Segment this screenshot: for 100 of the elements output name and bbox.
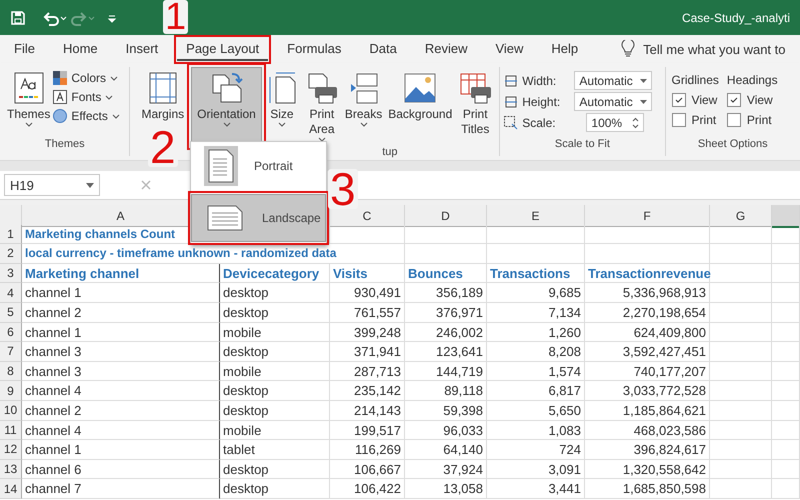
table-cell: 64,140: [405, 440, 487, 460]
ribbon-button[interactable]: Print Titles: [455, 67, 496, 141]
empty-cell: [772, 224, 800, 244]
table-cell: desktop: [220, 342, 330, 362]
checkbox-label: Print: [692, 113, 716, 127]
resize-icon: [504, 74, 518, 88]
table-cell: 5,336,968,913: [585, 283, 710, 303]
checkbox[interactable]: [726, 113, 741, 127]
column-header[interactable]: G: [710, 205, 772, 227]
empty-cell: [710, 342, 772, 362]
empty-cell: [710, 362, 772, 382]
caret-icon: [24, 122, 33, 127]
table-cell: tablet: [220, 440, 330, 460]
ribbon-tab[interactable]: Help: [542, 38, 588, 60]
row-header[interactable]: 14: [0, 479, 22, 499]
table-cell: 1,083: [487, 420, 585, 440]
table-cell: mobile: [220, 362, 330, 382]
group-label: tup: [381, 146, 398, 158]
row-header[interactable]: 6: [0, 322, 22, 342]
table-cell: 9,685: [487, 283, 585, 303]
ribbon-tab[interactable]: Page Layout: [177, 38, 268, 60]
row-header[interactable]: 5: [0, 302, 22, 323]
tell-me-text[interactable]: Tell me what you want to: [643, 42, 786, 56]
ribbon-tab[interactable]: File: [5, 38, 44, 60]
empty-cell: [710, 264, 772, 284]
name-box[interactable]: H19: [4, 174, 100, 196]
row-header[interactable]: 11: [0, 420, 22, 440]
themes-button[interactable]: Themes: [4, 67, 54, 131]
ribbon-button[interactable]: Margins: [138, 67, 188, 126]
table-cell: 123,641: [405, 342, 487, 362]
table-cell: channel 3: [22, 362, 220, 382]
table-cell: 371,941: [330, 342, 405, 362]
table-cell: 1,574: [487, 362, 585, 382]
column-header[interactable]: E: [487, 205, 585, 227]
empty-cell: [772, 264, 800, 284]
column-header[interactable]: [772, 205, 800, 228]
ribbon-tab[interactable]: Home: [54, 38, 107, 60]
table-cell: 356,189: [405, 283, 487, 303]
column-header[interactable]: C: [330, 205, 405, 227]
ribbon-tab[interactable]: Review: [416, 38, 476, 60]
table-cell: 5,650: [487, 400, 585, 421]
table-cell: channel 2: [22, 302, 220, 323]
column-header[interactable]: D: [405, 205, 487, 227]
table-cell: 8,208: [487, 342, 585, 362]
save-icon[interactable]: [10, 10, 26, 26]
row-header[interactable]: 9: [0, 381, 22, 401]
row-header[interactable]: 10: [0, 400, 22, 421]
empty-cell: [710, 244, 772, 264]
table-cell: 1,260: [487, 322, 585, 342]
table-cell: 399,248: [330, 322, 405, 342]
row-header[interactable]: 4: [0, 283, 22, 303]
empty-cell: [772, 381, 800, 401]
table-cell: 287,713: [330, 362, 405, 382]
table-cell: 3,033,772,528: [585, 381, 710, 401]
table-cell: channel 2: [22, 400, 220, 421]
empty-cell: [710, 400, 772, 421]
caret-icon: [110, 76, 118, 80]
theme-option[interactable]: Colors: [53, 71, 120, 85]
ribbon-tab[interactable]: View: [486, 38, 532, 60]
table-cell: 59,398: [405, 400, 487, 421]
picture-icon: [403, 71, 438, 105]
table-cell: 37,924: [405, 460, 487, 480]
checkbox[interactable]: [726, 93, 741, 107]
ribbon-button[interactable]: Size: [262, 67, 302, 131]
empty-cell: [772, 244, 800, 264]
ribbon-button[interactable]: Background: [385, 67, 456, 126]
table-cell: 724: [487, 440, 585, 460]
ribbon-tab[interactable]: Insert: [116, 38, 168, 60]
theme-option[interactable]: Effects: [53, 109, 120, 123]
table-cell: 396,824,617: [585, 440, 710, 460]
table-cell: desktop: [220, 479, 330, 499]
size-dropdown[interactable]: Automatic: [574, 92, 652, 111]
ribbon-tab[interactable]: Data: [360, 38, 406, 60]
empty-cell: [772, 283, 800, 303]
menu-item[interactable]: Landscape: [191, 194, 326, 242]
empty-cell: [710, 460, 772, 480]
dropdown-icon: [640, 78, 648, 82]
ribbon-tab[interactable]: Formulas: [278, 38, 350, 60]
row-header[interactable]: 1: [0, 224, 22, 244]
empty-cell: [710, 420, 772, 440]
table-cell: channel 6: [22, 460, 220, 480]
table-cell: 235,142: [330, 381, 405, 401]
ribbon-button[interactable]: Breaks: [342, 67, 386, 131]
row-header[interactable]: 2: [0, 244, 22, 264]
table-cell: channel 4: [22, 420, 220, 440]
row-header[interactable]: 3: [0, 264, 22, 284]
row-header[interactable]: 7: [0, 342, 22, 362]
row-header[interactable]: 13: [0, 460, 22, 480]
scale-spinner[interactable]: 100%: [586, 113, 644, 132]
row-header[interactable]: 8: [0, 362, 22, 382]
table-cell: 106,422: [330, 479, 405, 499]
undo-icon[interactable]: [42, 10, 68, 26]
checkbox[interactable]: [672, 113, 686, 127]
row-header[interactable]: 12: [0, 440, 22, 460]
column-header[interactable]: F: [585, 205, 710, 227]
table-cell: desktop: [220, 302, 330, 323]
checkbox[interactable]: [672, 93, 686, 107]
size-dropdown[interactable]: Automatic: [574, 71, 652, 90]
theme-option[interactable]: Fonts: [53, 90, 120, 104]
orientation-icon: [210, 71, 244, 105]
